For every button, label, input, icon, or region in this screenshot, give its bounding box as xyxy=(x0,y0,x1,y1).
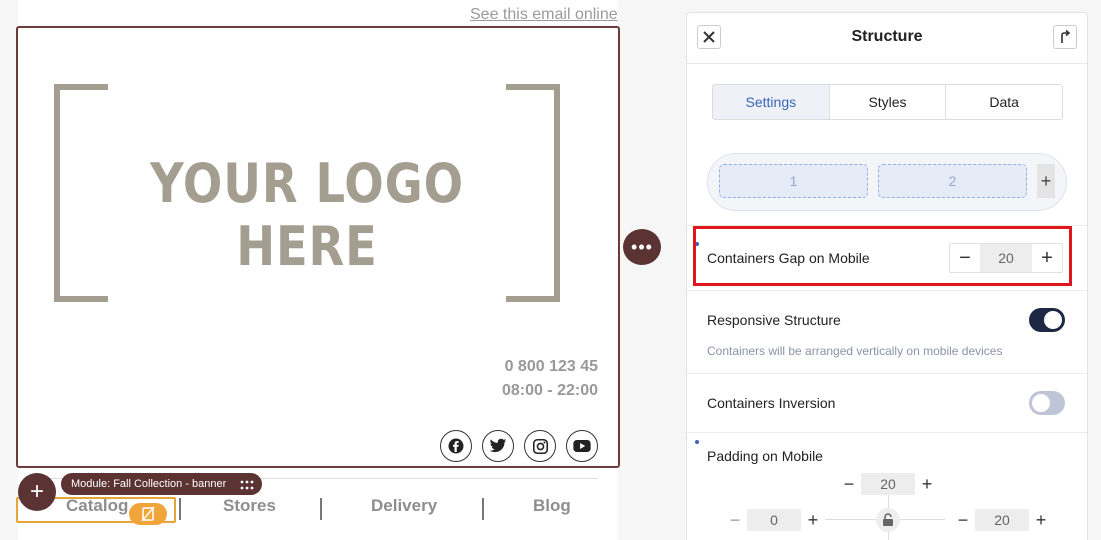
divider xyxy=(687,432,1087,433)
nav-separator xyxy=(179,498,181,520)
padding-label: Padding on Mobile xyxy=(707,448,823,464)
divider xyxy=(687,290,1087,291)
gap-input[interactable]: 20 xyxy=(980,244,1032,272)
gap-label: Containers Gap on Mobile xyxy=(707,250,870,266)
drag-handle-icon[interactable] xyxy=(240,478,254,500)
add-container-button[interactable]: + xyxy=(1037,164,1055,198)
tab-data[interactable]: Data xyxy=(945,85,1062,119)
padding-control: − 20 + − 0 + − 20 + xyxy=(707,473,1067,540)
logo-placeholder: YOUR LOGO HERE xyxy=(54,84,560,302)
structure-panel: Structure Settings Styles Data 1 2 + Con… xyxy=(686,12,1088,540)
email-canvas: See this email online YOUR LOGO HERE 0 8… xyxy=(0,0,632,540)
instagram-icon[interactable] xyxy=(524,430,556,462)
padding-left-decrement[interactable]: − xyxy=(723,509,747,531)
select-parent-icon[interactable] xyxy=(1053,25,1077,49)
padding-right-decrement[interactable]: − xyxy=(951,509,975,531)
responsive-hint: Containers will be arranged vertically o… xyxy=(707,344,1003,358)
more-options-button[interactable]: ••• xyxy=(623,229,661,265)
facebook-icon[interactable] xyxy=(440,430,472,462)
inversion-toggle[interactable] xyxy=(1029,391,1065,415)
nav-item-delivery[interactable]: Delivery xyxy=(371,496,437,516)
container-1[interactable]: 1 xyxy=(719,164,868,198)
modified-indicator xyxy=(695,440,699,444)
youtube-icon[interactable] xyxy=(566,430,598,462)
panel-title: Structure xyxy=(851,28,923,45)
padding-right-increment[interactable]: + xyxy=(1029,509,1053,531)
divider xyxy=(687,373,1087,374)
opening-hours: 08:00 - 22:00 xyxy=(501,382,598,399)
padding-top-input[interactable]: 20 xyxy=(861,473,915,495)
padding-right-input[interactable]: 20 xyxy=(975,509,1029,531)
unlock-icon[interactable] xyxy=(876,508,900,532)
padding-left-input[interactable]: 0 xyxy=(747,509,801,531)
responsive-toggle[interactable] xyxy=(1029,308,1065,332)
twitter-icon[interactable] xyxy=(482,430,514,462)
inversion-label: Containers Inversion xyxy=(707,395,836,411)
module-label[interactable]: Module: Fall Collection - banner xyxy=(61,473,263,495)
gap-increment-button[interactable]: + xyxy=(1032,244,1062,272)
container-2[interactable]: 2 xyxy=(878,164,1027,198)
padding-right-stepper: − 20 + xyxy=(951,509,1053,531)
social-icons xyxy=(440,430,598,462)
structure-preview: 1 2 + xyxy=(707,153,1067,211)
padding-top-increment[interactable]: + xyxy=(915,473,939,495)
phone-number: 0 800 123 45 xyxy=(504,358,598,375)
gap-stepper: − 20 + xyxy=(949,243,1063,273)
logo-text: YOUR LOGO HERE xyxy=(150,152,464,278)
responsive-label: Responsive Structure xyxy=(707,312,841,328)
tab-settings[interactable]: Settings xyxy=(713,85,829,119)
tab-styles[interactable]: Styles xyxy=(828,85,946,119)
padding-left-stepper: − 0 + xyxy=(723,509,825,531)
panel-header: Structure xyxy=(687,13,1087,64)
module-label-text: Module: Fall Collection - banner xyxy=(71,478,227,490)
panel-tabs: Settings Styles Data xyxy=(712,84,1063,120)
padding-left-increment[interactable]: + xyxy=(801,509,825,531)
nav-separator xyxy=(320,498,322,520)
nav-separator xyxy=(482,498,484,520)
add-module-button[interactable]: + xyxy=(18,473,56,511)
see-email-online-link[interactable]: See this email online xyxy=(470,6,618,24)
hide-on-mobile-icon[interactable] xyxy=(129,503,167,525)
banner-module[interactable]: YOUR LOGO HERE 0 800 123 45 08:00 - 22:0… xyxy=(16,26,620,468)
padding-top-decrement[interactable]: − xyxy=(837,473,861,495)
nav-item-blog[interactable]: Blog xyxy=(533,496,571,516)
padding-top-stepper: − 20 + xyxy=(837,473,939,495)
gap-decrement-button[interactable]: − xyxy=(950,244,980,272)
